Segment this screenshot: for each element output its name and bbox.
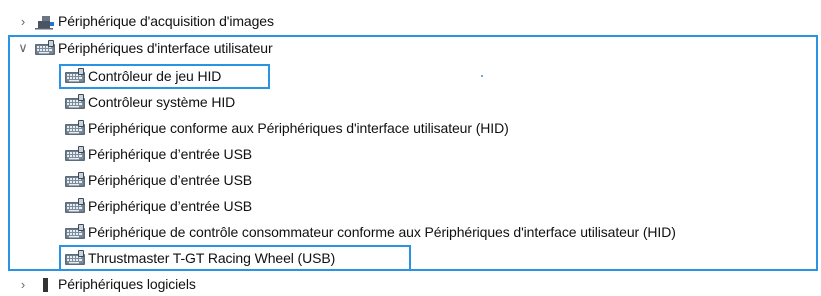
- software-device-icon: [32, 272, 58, 296]
- hid-keyboard-icon: [32, 36, 58, 60]
- hid-keyboard-icon: [62, 168, 88, 192]
- chevron-right-icon[interactable]: ›: [14, 272, 32, 296]
- tree-item-software-devices[interactable]: › Périphériques logiciels: [14, 272, 196, 296]
- hid-keyboard-icon: [62, 116, 88, 140]
- hid-keyboard-icon: [62, 246, 88, 270]
- tree-item-label: Périphérique d’entrée USB: [88, 146, 253, 162]
- tree-item-label: Périphérique d’entrée USB: [88, 198, 253, 214]
- tree-item-label: Périphérique d'acquisition d'images: [58, 13, 274, 29]
- tree-item-thrustmaster-wheel[interactable]: Thrustmaster T-GT Racing Wheel (USB): [62, 246, 335, 270]
- tree-item-hid-system-controller[interactable]: Contrôleur système HID: [62, 90, 235, 114]
- hid-keyboard-icon: [62, 142, 88, 166]
- tree-item-label: Périphérique conforme aux Périphériques …: [88, 120, 509, 136]
- tree-item-hid-consumer-control[interactable]: Périphérique de contrôle consommateur co…: [62, 220, 676, 244]
- tree-item-usb-input-device[interactable]: Périphérique d’entrée USB: [62, 142, 252, 166]
- chevron-down-icon[interactable]: ∨: [14, 36, 32, 60]
- stray-dot: [481, 75, 483, 77]
- tree-group-label: Périphériques d'interface utilisateur: [58, 40, 273, 56]
- hid-keyboard-icon: [62, 220, 88, 244]
- tree-item-hid-compliant-device[interactable]: Périphérique conforme aux Périphériques …: [62, 116, 509, 140]
- hid-keyboard-icon: [62, 90, 88, 114]
- tree-item-label: Périphériques logiciels: [58, 276, 196, 292]
- tree-item-usb-input-device[interactable]: Périphérique d’entrée USB: [62, 168, 252, 192]
- tree-item-label: Thrustmaster T-GT Racing Wheel (USB): [88, 250, 336, 266]
- tree-item-label: Contrôleur système HID: [88, 94, 236, 110]
- chevron-right-icon[interactable]: ›: [14, 9, 32, 33]
- hid-keyboard-icon: [62, 64, 88, 88]
- tree-group-hid[interactable]: ∨ Périphériques d'interface utilisateur: [14, 36, 273, 60]
- tree-item-hid-game-controller[interactable]: Contrôleur de jeu HID: [62, 64, 221, 88]
- hid-keyboard-icon: [62, 194, 88, 218]
- camera-icon: [32, 9, 58, 33]
- tree-item-label: Périphérique de contrôle consommateur co…: [88, 224, 676, 240]
- tree-item-usb-input-device[interactable]: Périphérique d’entrée USB: [62, 194, 252, 218]
- tree-item-imaging-devices[interactable]: › Périphérique d'acquisition d'images: [14, 9, 274, 33]
- tree-item-label: Périphérique d’entrée USB: [88, 172, 253, 188]
- tree-item-label: Contrôleur de jeu HID: [88, 68, 222, 84]
- device-tree: › Périphérique d'acquisition d'images ∨ …: [0, 0, 821, 292]
